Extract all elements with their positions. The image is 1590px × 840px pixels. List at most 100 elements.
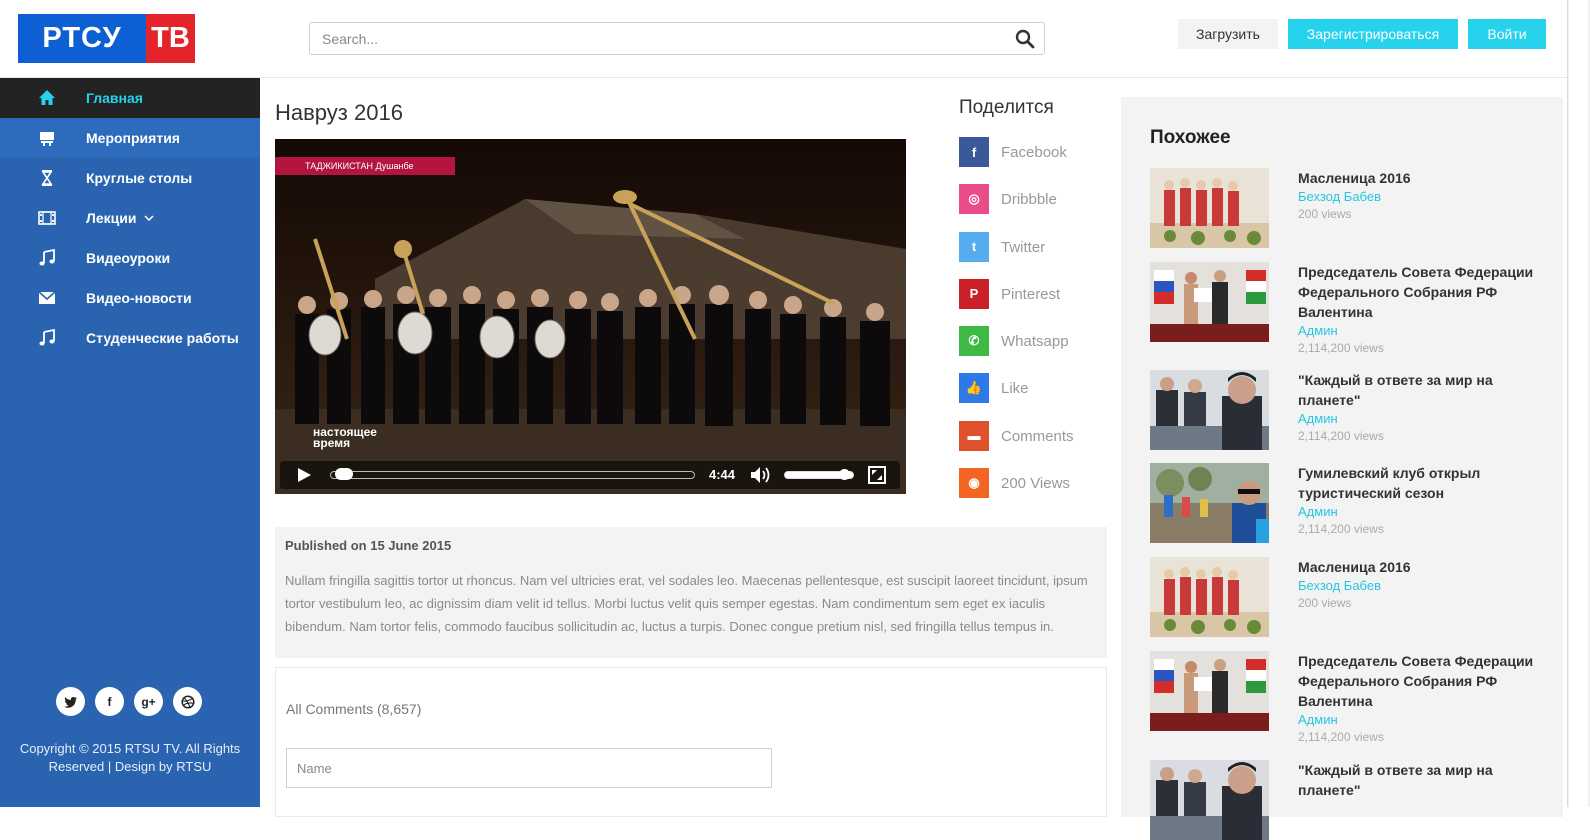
brand-line-2: время <box>313 436 351 450</box>
site-logo[interactable]: РТСУ ТВ <box>18 14 195 63</box>
sidebar-item-student-works[interactable]: Студенческие работы <box>0 318 260 358</box>
related-item-views: 200 views <box>1298 596 1352 610</box>
share-item-facebook[interactable]: f Facebook <box>959 137 1074 184</box>
share-item-whatsapp[interactable]: ✆ Whatsapp <box>959 326 1074 373</box>
comment-icon: ▬ <box>959 420 989 451</box>
register-button[interactable]: Зарегистрироваться <box>1288 19 1458 49</box>
share-item-200-views[interactable]: ◉ 200 Views <box>959 468 1074 515</box>
related-thumbnail[interactable] <box>1150 760 1269 840</box>
name-field[interactable] <box>286 748 772 788</box>
related-thumbnail[interactable] <box>1150 651 1269 731</box>
share-item-comments[interactable]: ▬ Comments <box>959 420 1074 468</box>
video-player[interactable]: ТАДЖИКИСТАН Душанбе настоящее время 4:44 <box>275 139 906 494</box>
sidebar: Главная Мероприятия Круглые столы Лекции… <box>0 78 260 807</box>
sidebar-item-label: Лекции <box>86 210 137 226</box>
fullscreen-icon[interactable] <box>868 466 886 484</box>
related-item-title[interactable]: Гумилевский клуб открыл туристический се… <box>1298 463 1558 503</box>
related-item-author[interactable]: Бехзод Бабев <box>1298 577 1558 595</box>
related-info: Масленица 2016 Бехзод Бабев 200 views <box>1298 557 1558 612</box>
related-item-views: 2,114,200 views <box>1298 341 1384 355</box>
related-item-author[interactable]: Бехзод Бабев <box>1298 188 1558 206</box>
related-item-title[interactable]: "Каждый в ответе за мир на планете" <box>1298 760 1558 800</box>
related-item-author[interactable]: Админ <box>1298 322 1558 340</box>
scrollbar-divider <box>1567 0 1568 807</box>
related-info: Председатель Совета Федерации Федерально… <box>1298 262 1558 357</box>
hourglass-icon <box>41 170 53 186</box>
play-icon[interactable] <box>296 467 312 483</box>
related-thumbnail[interactable] <box>1150 463 1269 543</box>
progress-handle[interactable] <box>335 468 354 480</box>
search-box <box>309 22 1045 55</box>
sidebar-item-lectures[interactable]: Лекции <box>0 198 260 238</box>
dribbble-icon[interactable] <box>173 687 202 716</box>
share-item-pinterest[interactable]: P Pinterest <box>959 278 1074 326</box>
music-note-icon <box>39 329 55 346</box>
related-thumbnail[interactable] <box>1150 370 1269 450</box>
dribbble-icon: ◎ <box>959 184 989 215</box>
published-date: Published on 15 June 2015 <box>285 538 452 553</box>
search-icon[interactable] <box>1015 29 1035 49</box>
share-label: Pinterest <box>1001 285 1061 303</box>
video-caption-bar: ТАДЖИКИСТАН Душанбе <box>275 157 455 175</box>
share-label: 200 Views <box>1001 475 1070 493</box>
login-button[interactable]: Войти <box>1468 19 1546 49</box>
whatsapp-icon: ✆ <box>959 326 989 357</box>
sidebar-item-label: Круглые столы <box>86 170 193 186</box>
related-item-title[interactable]: "Каждый в ответе за мир на планете" <box>1298 370 1558 410</box>
logo-text-right: ТВ <box>146 14 195 63</box>
related-item-title[interactable]: Масленица 2016 <box>1298 557 1558 577</box>
related-item-views: 2,114,200 views <box>1298 429 1384 443</box>
related-thumbnail[interactable] <box>1150 557 1269 637</box>
sidebar-item-events[interactable]: Мероприятия <box>0 118 260 158</box>
chevron-down-icon[interactable] <box>144 213 154 223</box>
volume-handle[interactable] <box>838 469 850 480</box>
sidebar-item-video-news[interactable]: Видео-новости <box>0 278 260 318</box>
sidebar-item-label: Главная <box>86 90 143 106</box>
share-item-dribbble[interactable]: ◎ Dribbble <box>959 184 1074 231</box>
logo-text-left: РТСУ <box>18 14 146 63</box>
share-item-twitter[interactable]: t Twitter <box>959 231 1074 279</box>
video-duration: 4:44 <box>709 467 736 482</box>
related-item-author[interactable]: Админ <box>1298 711 1558 729</box>
scrollbar-thumb[interactable] <box>1569 0 1588 807</box>
search-input[interactable] <box>310 23 1000 54</box>
sidebar-item-label: Студенческие работы <box>86 330 239 346</box>
share-label: Like <box>1001 380 1029 398</box>
related-item-title[interactable]: Председатель Совета Федерации Федерально… <box>1298 651 1558 711</box>
related-item-author[interactable]: Админ <box>1298 410 1558 428</box>
envelope-icon <box>38 291 56 304</box>
description-text: Nullam fringilla sagittis tortor ut rhon… <box>285 573 1088 634</box>
progress-track[interactable] <box>330 471 695 479</box>
music-note-icon <box>39 249 55 266</box>
film-icon <box>38 211 56 225</box>
related-panel: Похожее Масленица 2016 Бехзод Бабев 200 vi… <box>1121 97 1563 840</box>
share-item-like[interactable]: 👍 Like <box>959 373 1074 420</box>
related-item-views: 2,114,200 views <box>1298 522 1384 536</box>
related-item-title[interactable]: Масленица 2016 <box>1298 168 1558 188</box>
twitter-icon: t <box>959 231 989 262</box>
related-item-title[interactable]: Председатель Совета Федерации Федерально… <box>1298 262 1558 322</box>
share-label: Comments <box>1001 427 1074 445</box>
sidebar-item-round-tables[interactable]: Круглые столы <box>0 158 260 198</box>
share-label: Facebook <box>1001 144 1067 161</box>
upload-button[interactable]: Загрузить <box>1178 19 1278 49</box>
sidebar-item-label: Видеоуроки <box>86 250 171 266</box>
comments-section: All Comments (8,657) <box>275 667 1107 817</box>
video-title: Навруз 2016 <box>275 100 403 125</box>
related-thumbnail[interactable] <box>1150 168 1269 248</box>
sidebar-item-home[interactable]: Главная <box>0 78 260 118</box>
scrollbar[interactable] <box>1568 0 1590 807</box>
facebook-icon[interactable]: f <box>95 687 124 716</box>
share-label: Twitter <box>1001 238 1046 256</box>
twitter-icon[interactable] <box>56 687 85 716</box>
video-description: Published on 15 June 2015 Nullam fringil… <box>275 527 1107 658</box>
sidebar-item-label: Мероприятия <box>86 130 180 146</box>
related-thumbnail[interactable] <box>1150 262 1269 342</box>
related-item-author[interactable]: Админ <box>1298 503 1558 521</box>
volume-icon[interactable] <box>750 466 772 484</box>
sidebar-item-video-lessons[interactable]: Видеоуроки <box>0 238 260 278</box>
thumbs-up-icon: 👍 <box>959 373 989 404</box>
related-item-views: 200 views <box>1298 207 1352 221</box>
google-plus-icon[interactable]: g+ <box>134 687 163 716</box>
share-label: Whatsapp <box>1001 333 1069 351</box>
